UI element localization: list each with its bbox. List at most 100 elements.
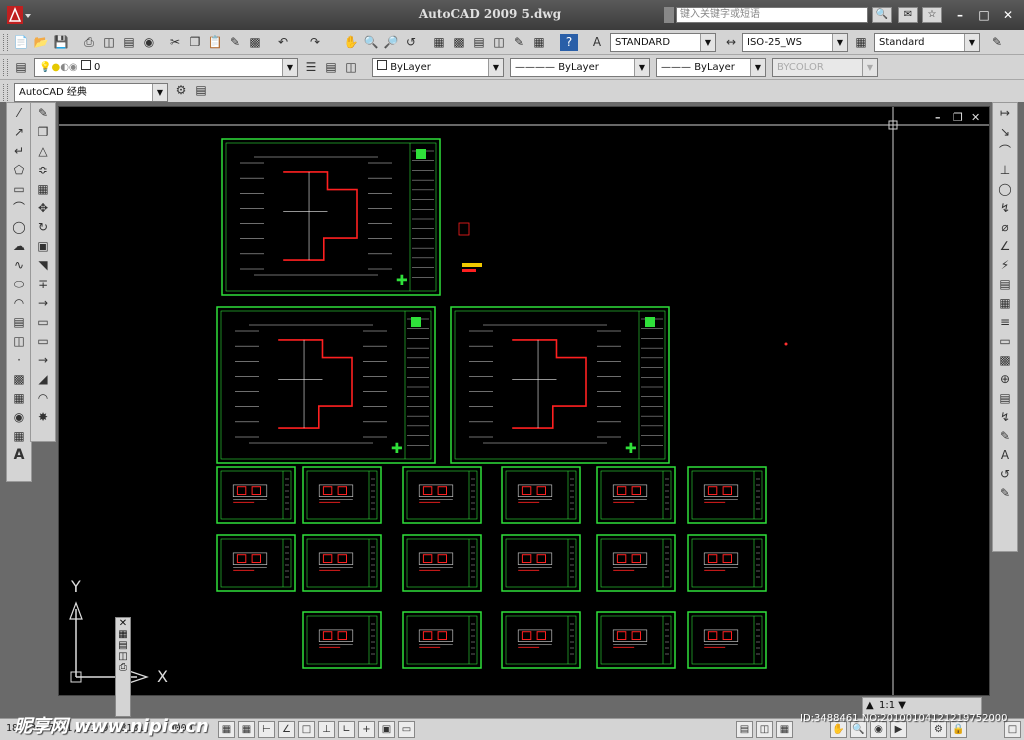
- undo-icon[interactable]: ↶: [274, 34, 292, 51]
- dim-style-icon[interactable]: ↔: [722, 34, 740, 51]
- layer-manager-icon[interactable]: ▤: [12, 59, 30, 76]
- dimension-edit-icon[interactable]: ✎: [994, 427, 1016, 445]
- sheet-set-icon[interactable]: ◫: [490, 34, 508, 51]
- line-icon[interactable]: ⁄: [8, 104, 30, 122]
- help-icon[interactable]: ?: [560, 34, 578, 51]
- pan-icon[interactable]: ✋: [342, 34, 360, 51]
- radius-icon[interactable]: ◯: [994, 180, 1016, 198]
- rotate-icon[interactable]: ↻: [32, 218, 54, 236]
- tolerance-icon[interactable]: ▩: [994, 351, 1016, 369]
- 3d-dwf-icon[interactable]: ◉: [140, 34, 158, 51]
- properties-icon[interactable]: ▦: [430, 34, 448, 51]
- inspection-icon[interactable]: ▤: [994, 389, 1016, 407]
- dimension-space-icon[interactable]: ≡: [994, 313, 1016, 331]
- baseline-icon[interactable]: ▤: [994, 275, 1016, 293]
- multiline-text-icon[interactable]: A: [8, 446, 30, 464]
- polygon-icon[interactable]: ⬠: [8, 161, 30, 179]
- stretch-icon[interactable]: ◥: [32, 256, 54, 274]
- zoom-realtime-icon[interactable]: 🔍: [362, 34, 380, 51]
- maximize-button[interactable]: □: [974, 8, 994, 22]
- ellipse-arc-icon[interactable]: ◠: [8, 294, 30, 312]
- communication-center-icon[interactable]: ✉: [898, 7, 918, 23]
- make-current-layer-icon[interactable]: ☰: [302, 59, 320, 76]
- ortho-toggle-icon[interactable]: ⊢: [258, 721, 275, 738]
- move-icon[interactable]: ✥: [32, 199, 54, 217]
- diameter-icon[interactable]: ⌀: [994, 218, 1016, 236]
- multileader-style-icon[interactable]: ✎: [988, 34, 1006, 51]
- revision-cloud-icon[interactable]: ☁: [8, 237, 30, 255]
- layout-icon[interactable]: ◫: [756, 721, 773, 738]
- linear-dimension-icon[interactable]: ↦: [994, 104, 1016, 122]
- design-center-icon[interactable]: ▩: [450, 34, 468, 51]
- plot-icon[interactable]: ⎙: [80, 34, 98, 51]
- quick-properties-icon[interactable]: ▭: [398, 721, 415, 738]
- dyn-toggle-icon[interactable]: +: [358, 721, 375, 738]
- minimize-button[interactable]: –: [950, 8, 970, 22]
- hatch-icon[interactable]: ▩: [8, 370, 30, 388]
- linetype-select[interactable]: ———— ByLayer ▼: [510, 58, 650, 77]
- copy-icon[interactable]: ❐: [186, 34, 204, 51]
- otrack-toggle-icon[interactable]: ⊥: [318, 721, 335, 738]
- publish-icon[interactable]: ▤: [120, 34, 138, 51]
- circle-icon[interactable]: ◯: [8, 218, 30, 236]
- markup-icon[interactable]: ✎: [510, 34, 528, 51]
- dim-style-manager-icon[interactable]: ✎: [994, 484, 1016, 502]
- continue-icon[interactable]: ▦: [994, 294, 1016, 312]
- snap-toggle-icon[interactable]: ▦: [218, 721, 235, 738]
- layer-small-icon[interactable]: ▤: [116, 640, 130, 651]
- quick-view-icon[interactable]: ▦: [776, 721, 793, 738]
- extend-icon[interactable]: →: [32, 294, 54, 312]
- dimension-break-icon[interactable]: ▭: [994, 332, 1016, 350]
- make-block-icon[interactable]: ◫: [8, 332, 30, 350]
- workspace-select[interactable]: AutoCAD 经典 ▼: [14, 83, 168, 102]
- arc-icon[interactable]: ⌒: [8, 199, 30, 217]
- fillet-icon[interactable]: ◠: [32, 389, 54, 407]
- text-style-icon[interactable]: A: [588, 34, 606, 51]
- workspace-settings-icon[interactable]: ⚙: [172, 82, 190, 99]
- zoom-previous-icon[interactable]: ↺: [402, 34, 420, 51]
- drawing-area[interactable]: – ❐ ✕ ✚ ✚ ✚ Y X: [58, 106, 990, 696]
- floating-close-icon[interactable]: ✕: [116, 618, 130, 629]
- region-icon[interactable]: ◉: [8, 408, 30, 426]
- layer-select[interactable]: 💡●◐◉ 0 ▼: [34, 58, 298, 77]
- plot-preview-icon[interactable]: ◫: [100, 34, 118, 51]
- autocad-logo-icon[interactable]: [6, 5, 32, 25]
- table-icon[interactable]: ▦: [8, 427, 30, 445]
- spline-icon[interactable]: ∿: [8, 256, 30, 274]
- workspace-save-icon[interactable]: ▤: [192, 82, 210, 99]
- osnap-toggle-icon[interactable]: □: [298, 721, 315, 738]
- ellipse-icon[interactable]: ⬭: [8, 275, 30, 293]
- ordinate-icon[interactable]: ⊥: [994, 161, 1016, 179]
- model-space-icon[interactable]: ▤: [736, 721, 753, 738]
- ducs-toggle-icon[interactable]: ∟: [338, 721, 355, 738]
- color-select[interactable]: ByLayer ▼: [372, 58, 504, 77]
- gradient-icon[interactable]: ▦: [8, 389, 30, 407]
- scale-icon[interactable]: ▣: [32, 237, 54, 255]
- join-icon[interactable]: →: [32, 351, 54, 369]
- grid-toggle-icon[interactable]: ▦: [238, 721, 255, 738]
- block-editor-icon[interactable]: ▩: [246, 34, 264, 51]
- dim-style-select[interactable]: ISO-25_WS ▼: [742, 33, 848, 52]
- dimension-update-icon[interactable]: ↺: [994, 465, 1016, 483]
- tool-palettes-icon[interactable]: ▤: [470, 34, 488, 51]
- offset-icon[interactable]: ≎: [32, 161, 54, 179]
- center-mark-icon[interactable]: ⊕: [994, 370, 1016, 388]
- dimension-text-edit-icon[interactable]: A: [994, 446, 1016, 464]
- quickcalc-icon[interactable]: ▦: [530, 34, 548, 51]
- construction-line-icon[interactable]: ↗: [8, 123, 30, 141]
- quick-dimension-icon[interactable]: ⚡: [994, 256, 1016, 274]
- copy-object-icon[interactable]: ❐: [32, 123, 54, 141]
- match-properties-icon[interactable]: ✎: [226, 34, 244, 51]
- properties-small-icon[interactable]: ▦: [116, 629, 130, 640]
- break-icon[interactable]: ▭: [32, 332, 54, 350]
- redo-icon[interactable]: ↷: [306, 34, 324, 51]
- lineweight-toggle-icon[interactable]: ▣: [378, 721, 395, 738]
- jogged-icon[interactable]: ↯: [994, 199, 1016, 217]
- table-style-icon[interactable]: ▦: [852, 34, 870, 51]
- text-style-select[interactable]: STANDARD ▼: [610, 33, 716, 52]
- layer-previous-icon[interactable]: ▤: [322, 59, 340, 76]
- zoom-window-icon[interactable]: 🔎: [382, 34, 400, 51]
- search-icon[interactable]: 🔍: [872, 7, 892, 23]
- open-icon[interactable]: 📂: [32, 34, 50, 51]
- chamfer-icon[interactable]: ◢: [32, 370, 54, 388]
